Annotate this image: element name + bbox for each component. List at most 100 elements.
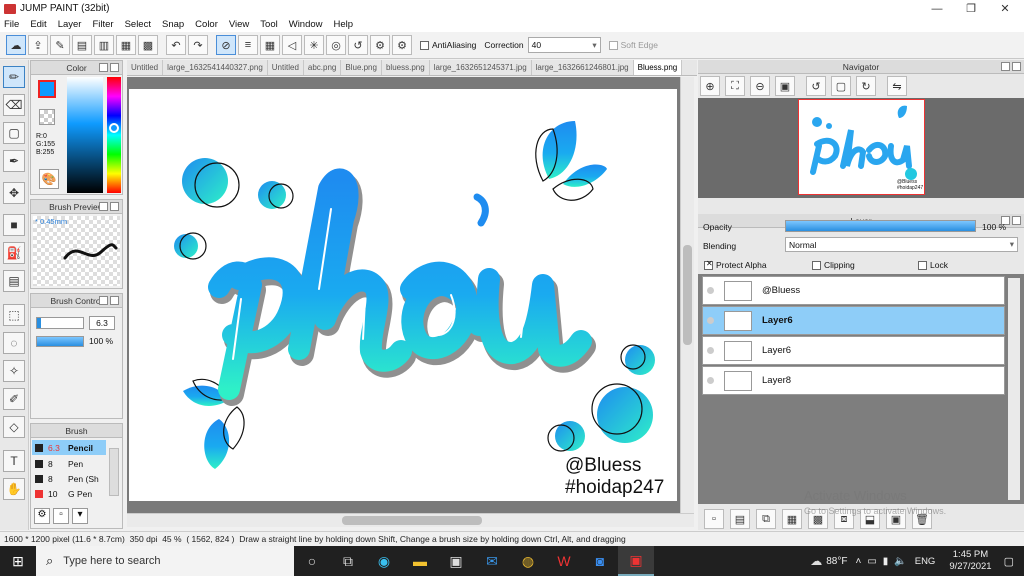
- close-button[interactable]: ✕: [988, 0, 1022, 17]
- select-eraser-tool-icon[interactable]: ◇: [3, 416, 25, 438]
- chrome-icon[interactable]: ◍: [510, 546, 546, 576]
- curve-ruler-icon[interactable]: ↺: [348, 35, 368, 55]
- zoom-in-icon[interactable]: ⊕: [700, 76, 720, 96]
- brush-size-slider[interactable]: [36, 317, 84, 329]
- menu-window[interactable]: Window: [289, 19, 323, 30]
- tray-chevron-icon[interactable]: ˄: [855, 556, 861, 567]
- comment-icon[interactable]: ✎: [50, 35, 70, 55]
- taskbar-search[interactable]: ⌕ Type here to search: [36, 546, 294, 576]
- tab-bluess-lower[interactable]: bluess.png: [382, 60, 430, 75]
- softedge-checkbox[interactable]: [608, 40, 618, 50]
- brush-list-scrollbar[interactable]: [109, 448, 119, 496]
- start-icon[interactable]: ⊞: [0, 546, 36, 576]
- palette-icon[interactable]: 🎨: [39, 169, 59, 189]
- magic-wand-tool-icon[interactable]: ✧: [3, 360, 25, 382]
- correction-select[interactable]: 40 ▾: [527, 37, 601, 53]
- drawing-canvas[interactable]: @Bluess #hoidap247: [129, 89, 677, 501]
- tab-abc[interactable]: abc.png: [304, 60, 342, 75]
- store-icon[interactable]: ▣: [438, 546, 474, 576]
- menu-layer[interactable]: Layer: [58, 19, 82, 30]
- grid-settings-icon[interactable]: ▩: [138, 35, 158, 55]
- menu-help[interactable]: Help: [334, 19, 354, 30]
- snap-settings-icon[interactable]: ⚙: [370, 35, 390, 55]
- perspective-ruler-icon[interactable]: ◁: [282, 35, 302, 55]
- layer-row-layer8[interactable]: Layer8: [702, 366, 1005, 395]
- navigator-view[interactable]: @Bluess #hoidap247: [698, 98, 1024, 198]
- gradient-tool-icon[interactable]: ▤: [3, 270, 25, 292]
- redo-icon[interactable]: ↷: [188, 35, 208, 55]
- foreground-color-swatch[interactable]: [38, 80, 56, 98]
- layers-icon[interactable]: ▦: [116, 35, 136, 55]
- weather-icon[interactable]: ☁: [810, 554, 822, 568]
- brush-opacity-slider[interactable]: [36, 336, 84, 347]
- edge-icon[interactable]: ◉: [366, 546, 402, 576]
- lock-option[interactable]: Lock: [918, 260, 948, 270]
- undo-icon[interactable]: ↶: [166, 35, 186, 55]
- raster-layer-icon[interactable]: ▦: [782, 509, 802, 529]
- layer-row-bluess[interactable]: @Bluess: [702, 276, 1005, 305]
- navigator-thumbnail[interactable]: @Bluess #hoidap247: [798, 99, 925, 195]
- protect-alpha-option[interactable]: ✕ Protect Alpha: [704, 259, 767, 270]
- minimize-button[interactable]: —: [920, 0, 954, 17]
- hue-handle[interactable]: [109, 123, 119, 133]
- lock-checkbox[interactable]: [918, 260, 927, 270]
- rotate-right-icon[interactable]: ↻: [856, 76, 876, 96]
- lasso-tool-icon[interactable]: ◌: [3, 332, 25, 354]
- tab-large-1632541440327[interactable]: large_1632541440327.png: [163, 60, 268, 75]
- transparent-color-swatch[interactable]: [39, 109, 55, 125]
- bucket-tool-icon[interactable]: ⛽: [3, 242, 25, 264]
- grid-ruler-icon[interactable]: ▦: [260, 35, 280, 55]
- brush-menu-icon[interactable]: ▾: [72, 508, 88, 524]
- tab-bluess-active[interactable]: Bluess.png: [633, 60, 683, 75]
- task-view-icon[interactable]: ⧉: [330, 546, 366, 576]
- brush-item-g-pen[interactable]: 10 G Pen: [32, 486, 106, 501]
- select-pen-tool-icon[interactable]: ✐: [3, 388, 25, 410]
- file-explorer-icon[interactable]: ▬: [402, 546, 438, 576]
- clipping-checkbox[interactable]: [812, 260, 821, 270]
- tab-untitled-2[interactable]: Untitled: [268, 60, 304, 75]
- menu-snap[interactable]: Snap: [162, 19, 184, 30]
- layer-visibility-dot[interactable]: [707, 347, 714, 354]
- selection-tool-icon[interactable]: ▢: [3, 122, 25, 144]
- tab-blue[interactable]: Blue.png: [341, 60, 382, 75]
- canvas-horizontal-scrollbar[interactable]: [127, 513, 694, 527]
- layer-row-layer6[interactable]: Layer6: [702, 336, 1005, 365]
- concentric-ruler-icon[interactable]: ◎: [326, 35, 346, 55]
- snap-gear-icon[interactable]: ⚙: [392, 35, 412, 55]
- layer-list-scrollbar[interactable]: [1008, 278, 1020, 500]
- jump-paint-taskbar-icon[interactable]: ▣: [618, 546, 654, 576]
- export-icon[interactable]: ⇪: [28, 35, 48, 55]
- vertical-scroll-thumb[interactable]: [683, 245, 692, 345]
- battery-icon[interactable]: ▮: [883, 556, 889, 567]
- zoom-app-icon[interactable]: ◙: [582, 546, 618, 576]
- fill-rect-tool-icon[interactable]: ■: [3, 214, 25, 236]
- blending-select[interactable]: Normal ▾: [785, 237, 1018, 252]
- rect-select-tool-icon[interactable]: ⬚: [3, 304, 25, 326]
- brush-item-pen-shading[interactable]: 8 Pen (Sh: [32, 471, 106, 486]
- network-icon[interactable]: ▭: [867, 556, 876, 567]
- parallel-ruler-icon[interactable]: ≡: [238, 35, 258, 55]
- menu-view[interactable]: View: [229, 19, 249, 30]
- rotate-left-icon[interactable]: ↺: [806, 76, 826, 96]
- mail-icon[interactable]: ✉: [474, 546, 510, 576]
- layer-row-layer6-selected[interactable]: Layer6: [702, 306, 1005, 335]
- tab-large-1632661246801[interactable]: large_1632661246801.jpg: [532, 60, 634, 75]
- tab-large-1632651245371[interactable]: large_1632651245371.jpg: [430, 60, 532, 75]
- flip-icon[interactable]: ⇋: [887, 76, 907, 96]
- notification-icon[interactable]: ▢: [1004, 555, 1014, 568]
- new-folder-icon[interactable]: ▤: [730, 509, 750, 529]
- menu-select[interactable]: Select: [125, 19, 151, 30]
- tab-untitled-1[interactable]: Untitled: [127, 60, 164, 75]
- eraser-tool-icon[interactable]: ⌫: [3, 94, 25, 116]
- zoom-fit-icon[interactable]: ⛶: [725, 76, 745, 96]
- hue-slider[interactable]: [107, 77, 121, 193]
- new-layer-icon[interactable]: ▫: [704, 509, 724, 529]
- restore-button[interactable]: ❐: [954, 0, 988, 17]
- layer-visibility-dot[interactable]: [707, 377, 714, 384]
- weather-temp[interactable]: 88°F: [826, 556, 847, 567]
- radial-ruler-icon[interactable]: ✳: [304, 35, 324, 55]
- brush-tool-icon[interactable]: ✏: [3, 66, 25, 88]
- canvas-vertical-scrollbar[interactable]: [680, 77, 694, 513]
- menu-file[interactable]: File: [4, 19, 19, 30]
- pen-tool-icon[interactable]: ✒: [3, 150, 25, 172]
